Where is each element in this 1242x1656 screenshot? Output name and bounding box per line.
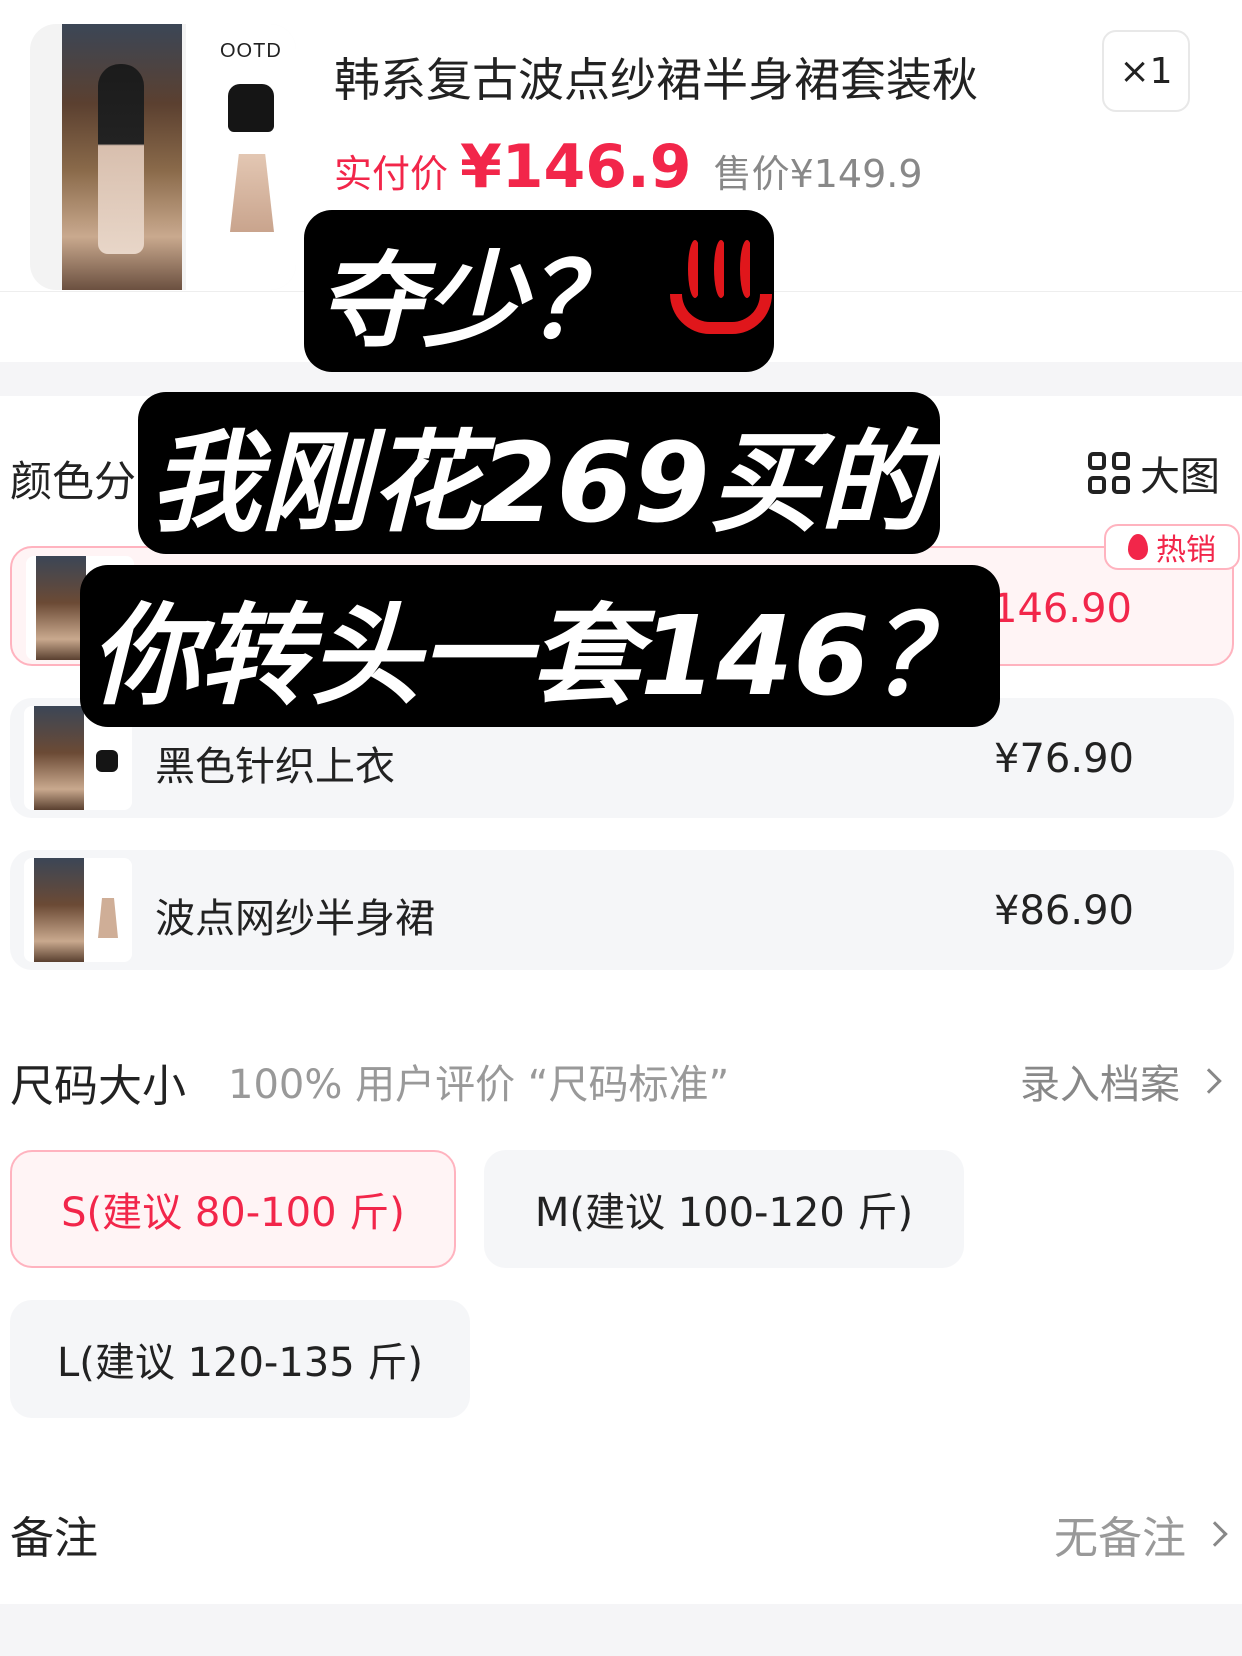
thumbnail-brand: OOTD bbox=[220, 40, 282, 62]
caption-line-1: 夺少？ bbox=[304, 210, 774, 372]
option-price: ¥76.90 bbox=[994, 736, 1134, 782]
size-option-s[interactable]: S(建议 80-100 斤) bbox=[10, 1150, 456, 1268]
caption-text-2: 我刚花269买的 bbox=[150, 419, 930, 547]
chevron-right-icon bbox=[1196, 1068, 1222, 1094]
caption-text-3: 你转头一套146？ bbox=[90, 592, 980, 720]
option-label: 波点网纱半身裙 bbox=[155, 896, 435, 942]
flame-icon bbox=[1128, 534, 1148, 560]
product-title: 韩系复古波点纱裙半身裙套装秋 bbox=[334, 53, 978, 107]
remark-title: 备注 bbox=[10, 1513, 98, 1564]
big-view-label: 大图 bbox=[1140, 454, 1220, 500]
size-rating-hint: 100% 用户评价 “尺码标准” bbox=[228, 1062, 730, 1108]
sale-price: 售价¥149.9 bbox=[713, 152, 923, 196]
paid-price-value: ¥146.9 bbox=[460, 132, 692, 202]
size-option-m[interactable]: M(建议 100-120 斤) bbox=[484, 1150, 964, 1268]
option-thumbnail bbox=[24, 858, 132, 962]
color-section-title: 颜色分 bbox=[10, 457, 137, 506]
color-option-skirt[interactable]: 波点网纱半身裙 ¥86.90 bbox=[10, 850, 1234, 970]
caption-line-2: 我刚花269买的 bbox=[138, 392, 940, 554]
option-price: ¥86.90 bbox=[994, 888, 1134, 934]
record-profile-link[interactable]: 录入档案 bbox=[1020, 1052, 1222, 1110]
remark-value: 无备注 bbox=[1054, 1513, 1186, 1564]
quantity-box[interactable]: ×1 bbox=[1102, 30, 1190, 112]
model-photo bbox=[62, 24, 182, 290]
hot-springs-icon bbox=[666, 236, 774, 346]
caption-line-3: 你转头一套146？ bbox=[80, 565, 1000, 727]
paid-price-label: 实付价 bbox=[334, 152, 449, 196]
option-label: 黑色针织上衣 bbox=[155, 744, 395, 790]
product-thumbnail[interactable]: OOTD bbox=[30, 24, 296, 290]
bottom-divider bbox=[0, 1604, 1242, 1656]
caption-text-1: 夺少？ bbox=[318, 239, 631, 362]
hot-sale-badge: 热销 bbox=[1104, 524, 1240, 570]
size-option-l[interactable]: L(建议 120-135 斤) bbox=[10, 1300, 470, 1418]
hot-sale-label: 热销 bbox=[1156, 533, 1216, 568]
big-view-button[interactable]: 大图 bbox=[1088, 444, 1220, 502]
remark-field[interactable]: 无备注 bbox=[1054, 1502, 1228, 1566]
sweater-image bbox=[228, 84, 274, 132]
price-row: 实付价 ¥146.9 售价¥149.9 bbox=[334, 132, 923, 202]
chevron-right-icon bbox=[1202, 1521, 1228, 1547]
size-section-title: 尺码大小 bbox=[10, 1061, 186, 1112]
record-profile-label: 录入档案 bbox=[1020, 1062, 1180, 1108]
grid-icon bbox=[1088, 452, 1130, 494]
